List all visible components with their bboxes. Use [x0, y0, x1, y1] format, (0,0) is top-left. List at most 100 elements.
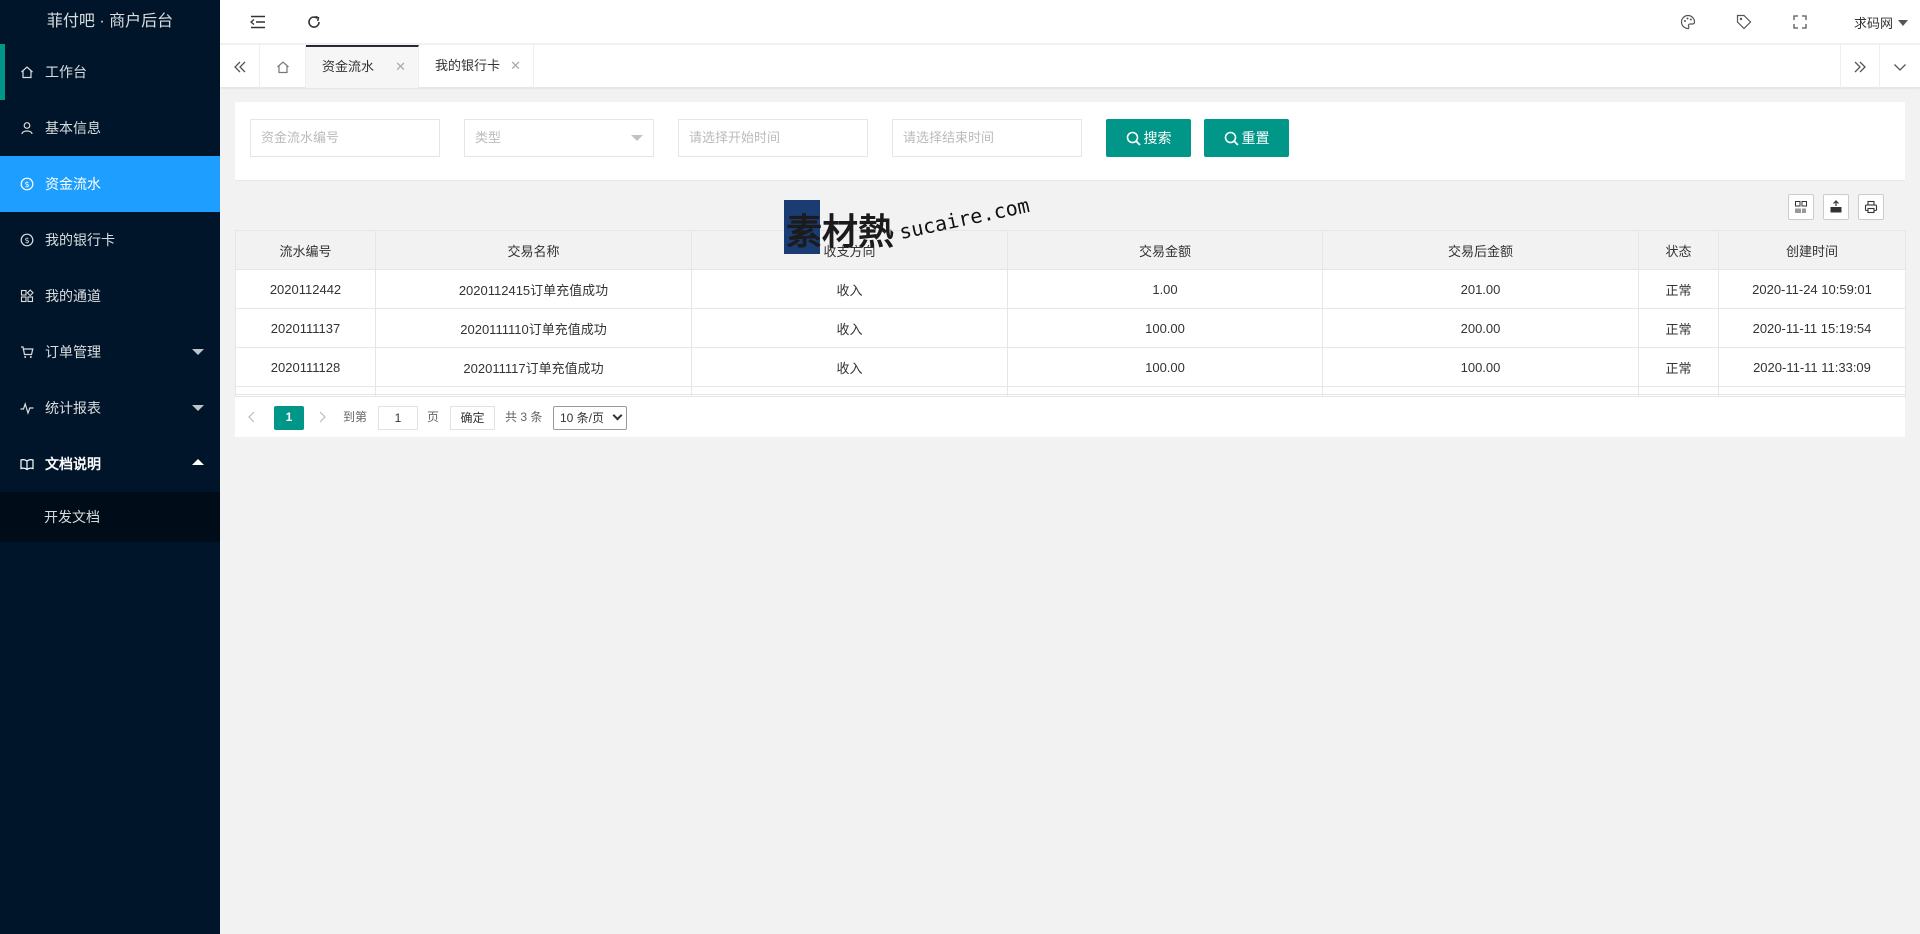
book-icon — [20, 457, 34, 471]
svg-text:$: $ — [24, 180, 29, 189]
cell-status: 正常 — [1638, 347, 1719, 387]
col-status[interactable]: 状态 — [1638, 230, 1719, 270]
search-form: 资金流水编号 类型 请选择开始时间 请选择结束时间 搜索 重置 — [235, 102, 1905, 180]
cell-serial: 2020111128 — [235, 347, 376, 387]
page-jump-input[interactable]: 1 — [378, 406, 418, 430]
sidebar-item-fund-flow[interactable]: $ 资金流水 — [0, 156, 220, 212]
end-time-input[interactable]: 请选择结束时间 — [892, 119, 1082, 157]
sidebar-item-docs[interactable]: 文档说明 — [0, 436, 220, 492]
cell-serial: 2020111137 — [235, 308, 376, 348]
cell-status: 正常 — [1638, 269, 1719, 309]
type-select[interactable]: 类型 — [464, 119, 654, 157]
pagination: 1 到第 1 页 确定 共 3 条 10 条/页 — [235, 394, 1905, 437]
table-row[interactable]: 2020112442 2020112415订单充值成功 收入 1.00 201.… — [235, 269, 1906, 309]
type-select-placeholder: 类型 — [475, 130, 502, 145]
cell-trade-name: 2020112415订单充值成功 — [375, 269, 692, 309]
cell-trade-name: 2020111110订单充值成功 — [375, 308, 692, 348]
caret-down-icon — [192, 405, 204, 411]
sidebar-item-label: 我的银行卡 — [45, 232, 115, 248]
filter-columns-icon[interactable] — [1788, 194, 1814, 220]
tab-bank-card[interactable]: 我的银行卡 ✕ — [419, 45, 534, 88]
cell-created-time: 2020-11-24 10:59:01 — [1718, 269, 1906, 309]
refresh-icon[interactable] — [304, 12, 324, 32]
sidebar-item-label: 基本信息 — [45, 120, 101, 136]
sidebar-item-label: 文档说明 — [45, 456, 101, 472]
caret-up-icon — [192, 459, 204, 465]
tabs-dropdown-icon[interactable] — [1880, 45, 1920, 88]
svg-text:$: $ — [24, 236, 29, 245]
sidebar-item-label: 统计报表 — [45, 400, 101, 416]
cell-serial: 2020112442 — [235, 269, 376, 309]
start-time-input[interactable]: 请选择开始时间 — [678, 119, 868, 157]
col-balance-after[interactable]: 交易后金额 — [1322, 230, 1639, 270]
watermark-cn-text: 素材熱 — [786, 211, 895, 252]
page-size-value: 10 条/页 — [560, 411, 605, 425]
sidebar: 菲付吧 · 商户后台 工作台 基本信息 $ 资金流水 $ 我的银行卡 我的通道 — [0, 0, 220, 934]
sidebar-item-workbench[interactable]: 工作台 — [0, 44, 220, 100]
reset-button[interactable]: 重置 — [1204, 119, 1289, 157]
sidebar-item-channel[interactable]: 我的通道 — [0, 268, 220, 324]
cell-created-time: 2020-11-11 15:19:54 — [1718, 308, 1906, 348]
search-icon — [1126, 131, 1141, 146]
table-toolbar — [235, 180, 1905, 230]
cart-icon — [20, 345, 34, 359]
search-button-label: 搜索 — [1143, 130, 1172, 146]
sidebar-item-label: 资金流水 — [45, 176, 101, 192]
caret-down-icon — [192, 349, 204, 355]
home-icon — [20, 65, 34, 79]
col-serial[interactable]: 流水编号 — [235, 230, 376, 270]
top-header: 求码网 — [220, 0, 1920, 44]
serial-number-input[interactable]: 资金流水编号 — [250, 119, 440, 157]
caret-down-icon — [1898, 19, 1908, 26]
col-trade-name[interactable]: 交易名称 — [375, 230, 692, 270]
user-name: 求码网 — [1853, 16, 1893, 31]
tab-bar: 资金流水 ✕ 我的银行卡 ✕ — [220, 45, 1920, 88]
col-amount[interactable]: 交易金额 — [1007, 230, 1323, 270]
cell-direction: 收入 — [691, 269, 1008, 309]
user-menu[interactable]: 求码网 — [1854, 13, 1908, 32]
dollar-circle-icon: $ — [20, 233, 34, 247]
cell-amount: 1.00 — [1007, 269, 1323, 309]
table-row[interactable]: 2020111128 202011117订单充值成功 收入 100.00 100… — [235, 347, 1906, 387]
theme-palette-icon[interactable] — [1678, 12, 1698, 32]
page-jump-confirm-button[interactable]: 确定 — [450, 406, 495, 430]
cell-trade-name: 202011117订单充值成功 — [375, 347, 692, 387]
sidebar-item-label: 我的通道 — [45, 288, 101, 304]
sidebar-item-label: 订单管理 — [45, 344, 101, 360]
cell-direction: 收入 — [691, 347, 1008, 387]
user-icon — [20, 121, 34, 135]
reset-button-label: 重置 — [1241, 130, 1270, 146]
collapse-menu-icon[interactable] — [248, 12, 268, 32]
print-icon[interactable] — [1858, 194, 1884, 220]
page-unit-label: 页 — [427, 410, 440, 424]
tabs-scroll-left-icon[interactable] — [220, 45, 260, 88]
close-icon[interactable]: ✕ — [510, 45, 521, 87]
col-created-time[interactable]: 创建时间 — [1718, 230, 1906, 270]
page-size-select[interactable]: 10 条/页 — [553, 406, 627, 430]
watermark-en-text: sucaire.com — [897, 192, 1032, 244]
sidebar-item-reports[interactable]: 统计报表 — [0, 380, 220, 436]
sidebar-item-basic-info[interactable]: 基本信息 — [0, 100, 220, 156]
cell-amount: 100.00 — [1007, 347, 1323, 387]
sidebar-item-orders[interactable]: 订单管理 — [0, 324, 220, 380]
table-row[interactable]: 2020111137 2020111110订单充值成功 收入 100.00 20… — [235, 308, 1906, 348]
content-card: 资金流水编号 类型 请选择开始时间 请选择结束时间 搜索 重置 流水编号 交易名… — [235, 102, 1906, 437]
dollar-circle-icon: $ — [20, 177, 34, 191]
prev-page-icon[interactable] — [247, 406, 261, 430]
fullscreen-icon[interactable] — [1790, 12, 1810, 32]
export-icon[interactable] — [1823, 194, 1849, 220]
page-number-current[interactable]: 1 — [274, 406, 304, 430]
close-icon[interactable]: ✕ — [395, 47, 406, 87]
tabs-scroll-right-icon[interactable] — [1840, 45, 1880, 88]
cell-balance-after: 200.00 — [1322, 308, 1639, 348]
sidebar-item-bank-card[interactable]: $ 我的银行卡 — [0, 212, 220, 268]
docs-submenu: 开发文档 — [0, 492, 220, 542]
goto-label: 到第 — [343, 410, 368, 424]
tag-icon[interactable] — [1734, 12, 1754, 32]
tab-fund-flow[interactable]: 资金流水 ✕ — [306, 45, 419, 88]
next-page-icon[interactable] — [317, 406, 331, 430]
total-count: 共 3 条 — [505, 410, 543, 424]
sidebar-subitem-dev-docs[interactable]: 开发文档 — [0, 492, 220, 542]
home-tab-icon[interactable] — [260, 45, 306, 88]
search-button[interactable]: 搜索 — [1106, 119, 1191, 157]
